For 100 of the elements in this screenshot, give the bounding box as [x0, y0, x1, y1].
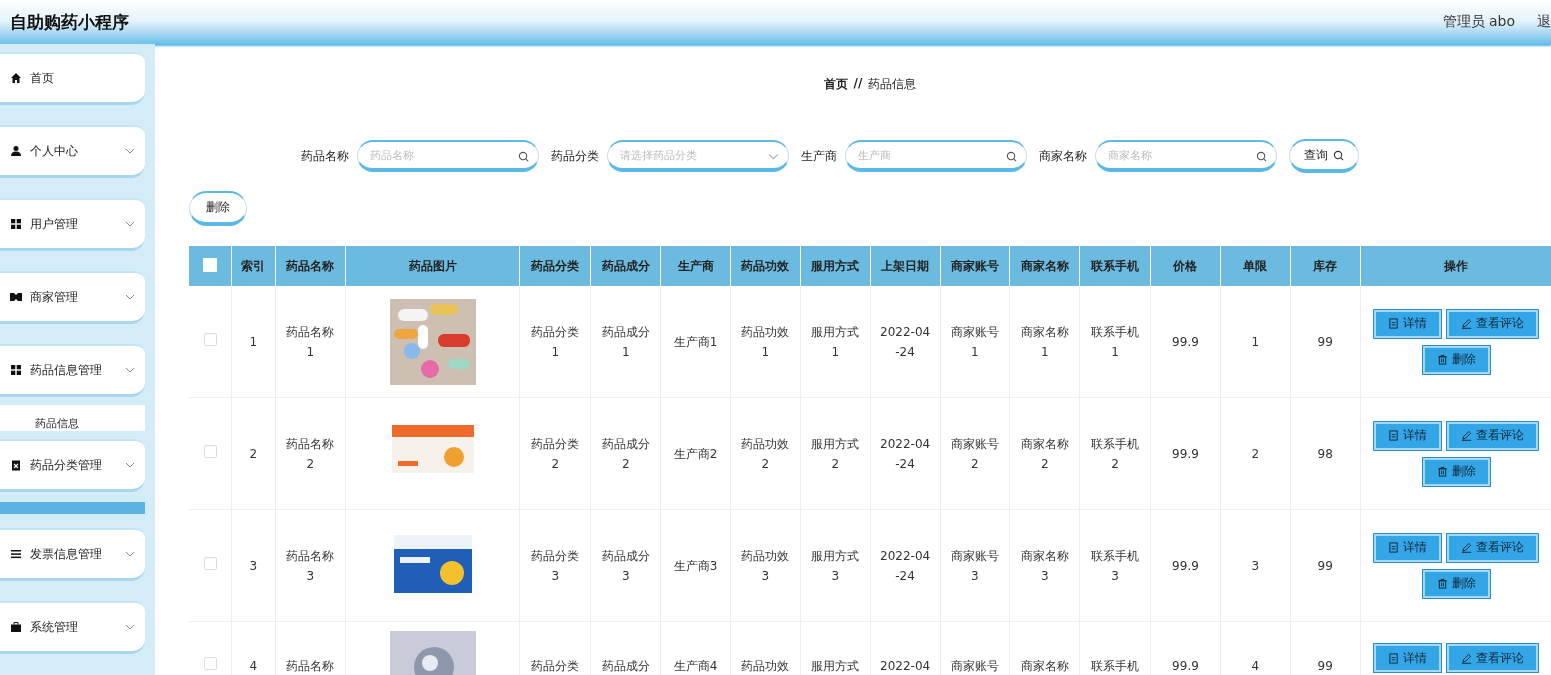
- search-field[interactable]: 生产商: [845, 140, 1027, 172]
- delete-button[interactable]: 删除: [189, 191, 247, 227]
- menu-item[interactable]: 个人中心: [0, 125, 145, 178]
- column-header: 上架日期: [870, 246, 940, 287]
- table-cell: 商家账号 2: [940, 397, 1010, 510]
- search-field[interactable]: 商家名称: [1095, 140, 1277, 172]
- menu-item[interactable]: 首页: [0, 52, 145, 105]
- column-header: 索引: [231, 246, 275, 287]
- column-header: 药品成分: [590, 246, 661, 287]
- column-header: 药品功效: [730, 246, 801, 287]
- person-icon: [10, 145, 22, 157]
- menu-item[interactable]: 药品信息管理: [0, 344, 145, 397]
- row-checkbox[interactable]: [203, 332, 217, 346]
- table-cell: 4: [231, 621, 275, 675]
- table-cell: 药品成分 3: [590, 509, 661, 622]
- table-cell: 2: [231, 397, 275, 510]
- trash-icon: [1436, 578, 1448, 590]
- column-header: 药品名称: [275, 246, 346, 287]
- filter-label: 药品名称: [301, 147, 349, 165]
- breadcrumb-item: 药品信息: [868, 76, 917, 93]
- delete-button[interactable]: 删除: [1422, 345, 1490, 374]
- reviews-button[interactable]: 查看评论: [1447, 421, 1539, 450]
- table-cell: 商家名称 1: [1009, 286, 1080, 398]
- pencil-icon: [1461, 652, 1473, 664]
- logout-link[interactable]: 退: [1537, 13, 1551, 31]
- select-field[interactable]: 请选择药品分类: [607, 140, 789, 172]
- menu-item[interactable]: 用户管理: [0, 198, 145, 251]
- column-header: 价格: [1150, 246, 1221, 287]
- table-cell: 服用方式 2: [800, 397, 871, 510]
- row-checkbox[interactable]: [203, 556, 217, 570]
- list-icon: [10, 548, 22, 560]
- table-cell: 99.9: [1150, 286, 1221, 398]
- menu-item[interactable]: 药品分类管理: [0, 439, 145, 492]
- delete-button[interactable]: 删除: [1422, 569, 1490, 598]
- document-icon: [1388, 430, 1400, 442]
- table-cell: 99: [1290, 509, 1361, 622]
- table-cell: 98: [1290, 397, 1361, 510]
- app-title: 自助购药小程序: [10, 10, 130, 34]
- menu-item[interactable]: 商家管理: [0, 271, 145, 324]
- table-cell: 商家名称 3: [1009, 509, 1080, 622]
- delete-button[interactable]: 删除: [1422, 457, 1490, 486]
- table-cell: 商家账号 1: [940, 286, 1010, 398]
- table-cell: 2022-04: [870, 621, 940, 675]
- table-cell: 4: [1220, 621, 1291, 675]
- clipboard-icon: [10, 459, 22, 471]
- table-cell: 药品功效 1: [730, 286, 801, 398]
- reviews-button[interactable]: 查看评论: [1447, 644, 1539, 673]
- table-cell: 药品成分 1: [590, 286, 661, 398]
- table-cell: 药品名称 2: [275, 397, 346, 510]
- query-button[interactable]: 查询: [1289, 139, 1359, 173]
- table-cell: 生产商3: [660, 509, 731, 622]
- reviews-button[interactable]: 查看评论: [1447, 309, 1539, 338]
- breadcrumb-item[interactable]: 首页: [823, 76, 848, 93]
- table-cell: 药品功效 2: [730, 397, 801, 510]
- column-header: 药品分类: [519, 246, 591, 287]
- row-checkbox[interactable]: [203, 657, 217, 671]
- table-cell: 药品功效 3: [730, 509, 801, 622]
- filter-label: 商家名称: [1039, 147, 1087, 165]
- column-header: 联系手机: [1079, 246, 1151, 287]
- grid-icon: [10, 364, 22, 376]
- detail-button[interactable]: 详情: [1374, 644, 1442, 673]
- search-icon: [1256, 151, 1267, 162]
- submenu-item[interactable]: 药品信息: [0, 405, 145, 431]
- table-cell: 1: [231, 286, 275, 398]
- table-cell: 药品分类 3: [519, 509, 591, 622]
- filter-label: 生产商: [801, 147, 837, 165]
- table-cell: 商家账号: [940, 621, 1010, 675]
- table-cell: 生产商1: [660, 286, 731, 398]
- column-header: 库存: [1290, 246, 1361, 287]
- detail-button[interactable]: 详情: [1374, 309, 1442, 338]
- detail-button[interactable]: 详情: [1374, 421, 1442, 450]
- briefcase-icon: [10, 621, 22, 633]
- table-cell: 生产商4: [660, 621, 731, 675]
- table-cell: 药品成分: [590, 621, 661, 675]
- table-cell: 药品成分 2: [590, 397, 661, 510]
- document-icon: [1388, 652, 1400, 664]
- table-cell: 99.9: [1150, 621, 1221, 675]
- table-cell: 99.9: [1150, 397, 1221, 510]
- table-cell: 服用方式 3: [800, 509, 871, 622]
- table-cell: 3: [231, 509, 275, 622]
- search-field[interactable]: 药品名称: [357, 140, 539, 172]
- menu-item[interactable]: 发票信息管理: [0, 528, 145, 581]
- table-cell: 药品分类: [519, 621, 591, 675]
- reviews-button[interactable]: 查看评论: [1447, 533, 1539, 562]
- breadcrumb-separator: //: [853, 76, 863, 92]
- chevron-down-icon: [768, 151, 779, 162]
- pencil-icon: [1461, 430, 1473, 442]
- select-all-checkbox[interactable]: [203, 257, 217, 272]
- row-checkbox[interactable]: [203, 444, 217, 458]
- column-header: 药品图片: [345, 246, 520, 287]
- menu-item[interactable]: 系统管理: [0, 601, 145, 654]
- table-cell: 联系手机 1: [1079, 286, 1151, 398]
- detail-button[interactable]: 详情: [1374, 533, 1442, 562]
- table-cell: 1: [1220, 286, 1291, 398]
- user-name: 管理员 abo: [1442, 13, 1515, 31]
- table-cell: 生产商2: [660, 397, 731, 510]
- table-cell: 2022-04 -24: [870, 286, 940, 398]
- column-header: 单限: [1220, 246, 1291, 287]
- table-cell: 服用方式: [800, 621, 871, 675]
- table-cell: 2022-04 -24: [870, 509, 940, 622]
